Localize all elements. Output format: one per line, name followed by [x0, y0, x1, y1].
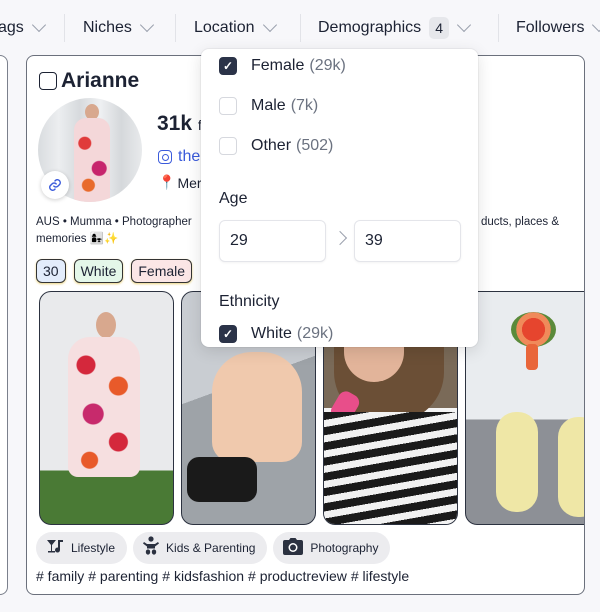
- baby-icon: [143, 536, 160, 560]
- filter-bar: ags Niches Location Demographics 4 Follo…: [0, 0, 600, 56]
- photo-child: [212, 352, 302, 462]
- option-count: (7k): [290, 97, 319, 114]
- instagram-link[interactable]: the: [158, 148, 200, 166]
- filter-location[interactable]: Location: [194, 16, 277, 40]
- photo-floral-dress: [68, 337, 140, 477]
- link-icon[interactable]: [41, 171, 69, 199]
- demographic-tags: 30 White Female: [36, 259, 193, 283]
- hashtag[interactable]: # parenting: [88, 568, 158, 584]
- ethnicity-option-white[interactable]: ✓ White (29k): [219, 325, 333, 343]
- filter-followers[interactable]: Followers: [516, 16, 600, 40]
- checkbox-unchecked[interactable]: [219, 137, 237, 155]
- chevron-down-icon: [139, 17, 154, 33]
- photo-shoes: [187, 457, 257, 502]
- filter-demographics-label: Demographics: [318, 19, 422, 36]
- niche-chip-lifestyle[interactable]: Lifestyle: [36, 532, 128, 564]
- photo-striped-top: [324, 412, 457, 524]
- hashtag[interactable]: # productreview: [248, 568, 347, 584]
- niche-label: Photography: [310, 541, 379, 555]
- previous-creator-card: [0, 55, 8, 595]
- divider: [64, 14, 65, 42]
- filter-demographics[interactable]: Demographics 4: [318, 16, 472, 40]
- photo-person-head: [96, 312, 116, 338]
- chevron-down-icon: [31, 17, 46, 33]
- location-text: Mer: [177, 174, 202, 191]
- option-label: Male: [251, 97, 286, 114]
- divider: [498, 14, 499, 42]
- photo-vase: [526, 344, 538, 370]
- chevron-down-icon: [457, 17, 472, 33]
- bio-line-1-end: ducts, places &: [481, 216, 559, 228]
- post-photo[interactable]: [465, 291, 584, 525]
- ethnicity-section-label: Ethnicity: [219, 293, 280, 310]
- gender-option-female[interactable]: ✓ Female (29k): [219, 57, 346, 75]
- age-min-input[interactable]: 29: [219, 220, 326, 262]
- filter-tags[interactable]: ags: [0, 16, 46, 40]
- instagram-icon: [158, 150, 172, 164]
- age-section-label: Age: [219, 190, 248, 207]
- checkbox-checked[interactable]: ✓: [219, 325, 237, 343]
- option-count: (502): [296, 137, 334, 154]
- filter-location-label: Location: [194, 19, 255, 36]
- filter-niches-label: Niches: [83, 19, 132, 36]
- chevron-right-icon: [332, 230, 348, 246]
- gender-option-male[interactable]: Male (7k): [219, 97, 318, 115]
- divider: [175, 14, 176, 42]
- option-label: Female: [251, 57, 305, 74]
- post-photo[interactable]: [39, 291, 174, 525]
- camera-icon: [283, 537, 304, 559]
- filter-tags-label: ags: [0, 19, 24, 36]
- chevron-down-icon: [262, 17, 277, 33]
- filter-count-badge: 4: [429, 17, 450, 39]
- tag-age: 30: [36, 259, 66, 283]
- niche-chip-photography[interactable]: Photography: [273, 532, 391, 564]
- tag-gender: Female: [131, 259, 193, 283]
- option-count: (29k): [296, 325, 334, 342]
- filter-niches[interactable]: Niches: [83, 16, 154, 40]
- hashtag[interactable]: # family: [36, 568, 84, 584]
- divider: [300, 14, 301, 42]
- checkbox-unchecked[interactable]: [219, 97, 237, 115]
- filter-followers-label: Followers: [516, 19, 585, 36]
- niche-label: Lifestyle: [71, 541, 116, 555]
- demographics-dropdown: ✓ Female (29k) Male (7k) Other (502) Age…: [201, 49, 478, 347]
- creator-name[interactable]: Arianne: [61, 69, 139, 93]
- chevron-down-icon: [592, 17, 600, 33]
- photo-flowers: [511, 312, 556, 347]
- hashtag[interactable]: # kidsfashion: [162, 568, 244, 584]
- select-creator-checkbox[interactable]: [39, 72, 57, 90]
- cocktail-music-icon: [46, 538, 64, 558]
- hashtag-list: # family # parenting # kidsfashion # pro…: [36, 568, 409, 584]
- niche-label: Kids & Parenting: [166, 541, 256, 555]
- niche-chip-kids-parenting[interactable]: Kids & Parenting: [133, 532, 268, 564]
- avatar-dress: [74, 118, 110, 202]
- instagram-handle: the: [178, 148, 201, 165]
- tag-ethnicity: White: [73, 259, 124, 283]
- follower-count-value: 31k: [157, 112, 193, 135]
- creator-name-row: Arianne: [39, 69, 139, 93]
- gender-option-other[interactable]: Other (502): [219, 137, 333, 155]
- photo-girl: [496, 412, 538, 512]
- option-label: White: [251, 325, 292, 342]
- checkbox-checked[interactable]: ✓: [219, 57, 237, 75]
- option-count: (29k): [309, 57, 346, 74]
- option-label: Other: [251, 137, 292, 154]
- hashtag[interactable]: # lifestyle: [351, 568, 409, 584]
- creator-location: 📍 Mer: [158, 174, 202, 191]
- pin-icon: 📍: [158, 174, 176, 190]
- age-max-input[interactable]: 39: [354, 220, 461, 262]
- photo-girl: [558, 417, 584, 517]
- niche-chips: Lifestyle Kids & Parenting Photography: [36, 532, 391, 564]
